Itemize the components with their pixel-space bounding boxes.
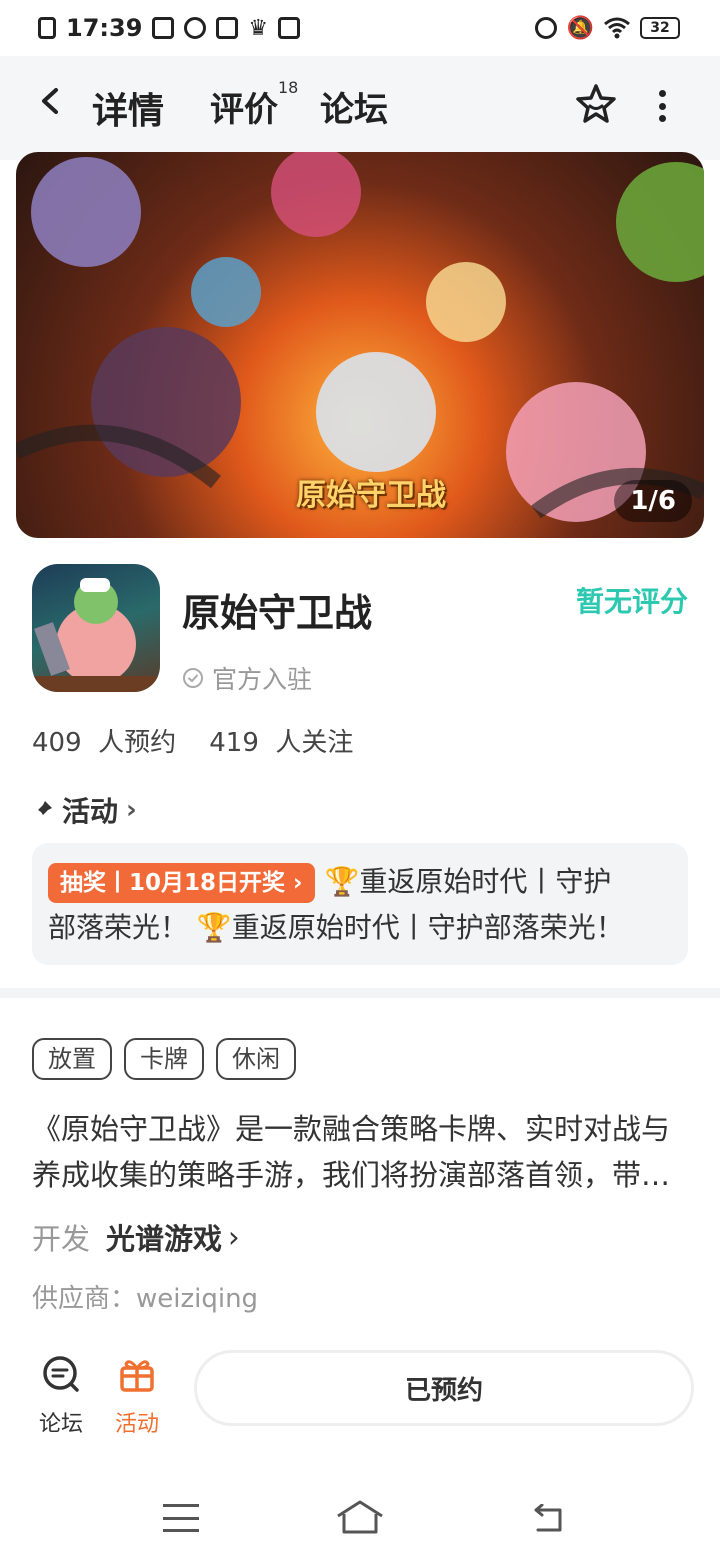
screenshot-banner[interactable]: 原始守卫战 1/6 — [16, 152, 704, 538]
chat-icon — [43, 1356, 79, 1392]
bottom-action-bar: 论坛 活动 已预约 — [0, 1340, 720, 1440]
lottery-tag[interactable]: 抽奖丨10月18日开奖 › — [48, 863, 315, 903]
mail-icon — [278, 17, 301, 39]
developer-label: 开发 — [32, 1222, 91, 1256]
home-icon[interactable] — [336, 1500, 384, 1534]
pin-icon — [34, 801, 52, 819]
tag-card[interactable]: 卡牌 — [124, 1038, 204, 1080]
system-nav-bar — [0, 1490, 720, 1550]
forum-label: 论坛 — [38, 1412, 83, 1437]
chevron-right-icon: › — [126, 795, 137, 825]
tab-review[interactable]: 评价 — [210, 82, 278, 131]
game-logo-text: 原始守卫战 — [296, 478, 446, 513]
wifi-icon — [604, 17, 630, 39]
menu-icon[interactable] — [163, 1504, 199, 1532]
activity-card[interactable]: 抽奖丨10月18日开奖 › 🏆重返原始时代丨守护 部落荣光！ 🏆重返原始时代丨守护… — [32, 843, 688, 965]
tab-detail[interactable]: 详情 — [85, 82, 171, 138]
app-name: 原始守卫战 — [182, 591, 373, 635]
app-stats: 409 人预约 419 人关注 — [32, 722, 353, 759]
activity-title: 活动 — [62, 795, 119, 828]
sim-icon — [38, 17, 56, 39]
check-circle-icon — [183, 668, 203, 688]
status-bar: 17:39 ♛ 🔕 32 — [0, 0, 720, 56]
card-icon — [216, 17, 239, 39]
game-description[interactable]: 《原始守卫战》是一款融合策略卡牌、实时对战与养成收集的策略手游，我们将扮演部落首… — [32, 1106, 682, 1198]
activity-header[interactable]: 活动 › — [32, 790, 137, 830]
developer-row[interactable]: 开发 光谱游戏 › — [32, 1216, 240, 1258]
app-icon — [32, 564, 160, 692]
supplier-text: 供应商：weiziqing — [32, 1284, 259, 1314]
tag-list: 放置 卡牌 休闲 — [32, 1038, 296, 1080]
activity-text-line2: 部落荣光！ 🏆重返原始时代丨守护部落荣光！ — [48, 911, 624, 944]
follower-label: 人关注 — [275, 728, 354, 758]
back-icon[interactable] — [38, 88, 64, 114]
chevron-right-icon: › — [228, 1220, 240, 1254]
reservation-label: 人预约 — [98, 728, 177, 758]
official-badge: 官方入驻 — [182, 660, 312, 696]
gift-icon — [120, 1360, 154, 1392]
official-label: 官方入驻 — [212, 665, 313, 694]
activity-text-line1: 🏆重返原始时代丨守护 — [324, 865, 612, 898]
reserved-button[interactable]: 已预约 — [194, 1350, 694, 1426]
link-icon — [184, 17, 207, 39]
tag-idle[interactable]: 放置 — [32, 1038, 112, 1080]
crown-icon: ♛ — [248, 15, 269, 41]
follower-count: 419 — [209, 728, 259, 758]
section-divider — [0, 988, 720, 998]
activity-label: 活动 — [114, 1412, 159, 1437]
star-icon[interactable] — [574, 82, 618, 126]
forum-button[interactable]: 论坛 — [26, 1354, 96, 1438]
status-time: 17:39 — [66, 14, 143, 42]
back-nav-icon[interactable] — [530, 1504, 566, 1534]
reservation-count: 409 — [32, 728, 82, 758]
top-nav: 详情 评价 18 论坛 — [0, 60, 720, 150]
video-icon — [152, 17, 175, 39]
review-count-badge: 18 — [278, 78, 299, 97]
lottery-tag-label: 抽奖丨10月18日开奖 — [60, 870, 286, 896]
more-icon[interactable] — [654, 90, 670, 122]
battery-indicator: 32 — [640, 17, 680, 39]
tab-forum[interactable]: 论坛 — [320, 82, 388, 131]
activity-button[interactable]: 活动 — [102, 1354, 172, 1438]
rating-text: 暂无评分 — [575, 585, 688, 618]
mute-icon: 🔕 — [566, 15, 594, 41]
developer-name: 光谱游戏 — [106, 1222, 223, 1256]
alarm-icon — [534, 17, 557, 39]
tag-casual[interactable]: 休闲 — [216, 1038, 296, 1080]
banner-counter: 1/6 — [614, 480, 692, 522]
